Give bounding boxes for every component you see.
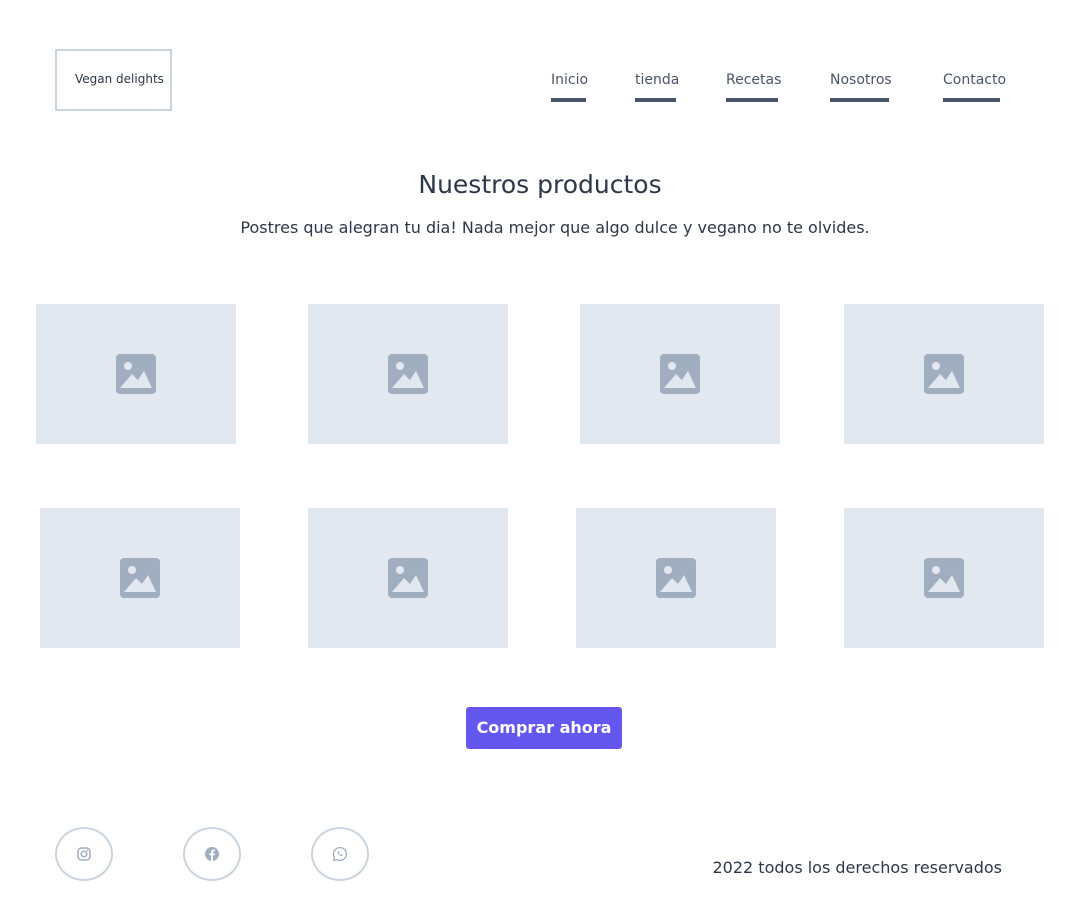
brand-logo[interactable]: Vegan delights — [55, 49, 172, 111]
image-placeholder-icon — [388, 354, 428, 394]
image-placeholder-icon — [120, 558, 160, 598]
copyright-text: 2022 todos los derechos reservados — [712, 858, 1003, 877]
page-title: Nuestros productos — [418, 170, 662, 199]
image-placeholder-icon — [656, 558, 696, 598]
product-card[interactable] — [580, 304, 780, 444]
product-card[interactable] — [844, 508, 1044, 648]
image-placeholder-icon — [660, 354, 700, 394]
instagram-link[interactable] — [55, 827, 113, 881]
nav-link-tienda[interactable]: tienda — [635, 72, 679, 102]
whatsapp-icon — [332, 846, 348, 862]
nav-link-contacto[interactable]: Contacto — [943, 72, 1006, 102]
product-card[interactable] — [308, 304, 508, 444]
whatsapp-link[interactable] — [311, 827, 369, 881]
comprar-ahora-button[interactable]: Comprar ahora — [466, 707, 622, 749]
facebook-icon — [205, 847, 219, 861]
product-card[interactable] — [40, 508, 240, 648]
nav-link-nosotros[interactable]: Nosotros — [830, 72, 892, 102]
product-card[interactable] — [576, 508, 776, 648]
image-placeholder-icon — [924, 354, 964, 394]
product-card[interactable] — [36, 304, 236, 444]
product-card[interactable] — [844, 304, 1044, 444]
image-placeholder-icon — [116, 354, 156, 394]
facebook-link[interactable] — [183, 827, 241, 881]
nav-link-recetas[interactable]: Recetas — [726, 72, 781, 102]
image-placeholder-icon — [388, 558, 428, 598]
product-card[interactable] — [308, 508, 508, 648]
page-subtitle: Postres que alegran tu dia! Nada mejor q… — [240, 218, 870, 237]
brand-logo-text: Vegan delights — [75, 72, 164, 86]
image-placeholder-icon — [924, 558, 964, 598]
instagram-icon — [77, 847, 91, 861]
nav-link-inicio[interactable]: Inicio — [551, 72, 588, 102]
